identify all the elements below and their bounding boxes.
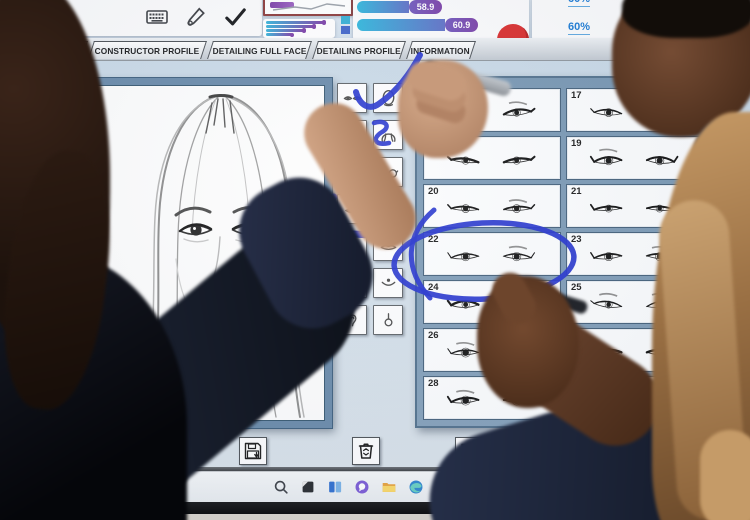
accessory-icon[interactable] (373, 305, 403, 335)
save-button[interactable] (239, 437, 267, 465)
mouth-icon[interactable] (337, 194, 367, 224)
kpi-value-badge: 60.9 (445, 18, 478, 32)
eye-options-grid: 17 19 20 21 22 23 24 (415, 76, 712, 428)
wall-below-screen (0, 514, 750, 520)
eye-pair-drawing (569, 240, 701, 279)
kpi-value-badge: 58.9 (409, 0, 442, 14)
previous-button[interactable] (487, 437, 515, 465)
photo-of-touchscreen-scene: { "dashboard": { "toolbar_icons": ["keyb… (0, 0, 750, 520)
eyebrows-icon[interactable] (337, 157, 367, 187)
kpi-bar-row: 60.9 (357, 18, 478, 32)
lips-icon[interactable] (373, 231, 403, 261)
chat-icon[interactable] (352, 477, 372, 497)
eye-pair-drawing (569, 384, 701, 423)
eye-pair-drawing (426, 96, 558, 135)
screen-bezel (0, 502, 750, 514)
eye-pair-drawing (426, 336, 558, 375)
eye-option-cell[interactable]: 22 (423, 232, 561, 276)
eye-pair-drawing (426, 240, 558, 279)
eye-pair-drawing (569, 192, 701, 231)
eye-pair-drawing (569, 336, 701, 375)
glasses-icon[interactable] (373, 157, 403, 187)
delete-button[interactable] (352, 437, 380, 465)
task-view-icon[interactable] (325, 477, 345, 497)
wrinkles-icon[interactable] (373, 194, 403, 224)
ear-icon[interactable] (337, 305, 367, 335)
eye-option-cell[interactable]: 24 (423, 280, 561, 324)
hair-icon[interactable] (373, 120, 403, 150)
eye-option-cell[interactable] (423, 136, 561, 180)
tab-information[interactable]: INFORMATION (406, 41, 476, 59)
eye-option-cell[interactable] (566, 328, 704, 372)
search-icon[interactable] (271, 477, 291, 497)
store-icon[interactable] (433, 477, 453, 497)
composite-face-sketch (92, 85, 325, 421)
edge-icon[interactable] (406, 477, 426, 497)
eye-option-cell[interactable]: 21 (566, 184, 704, 228)
eye-option-cell[interactable] (423, 88, 561, 132)
thumb-line (265, 0, 351, 14)
tab-bar: ASCONSTRUCTOR PROFILEDETAILING FULL FACE… (0, 38, 750, 61)
windows-taskbar (0, 471, 750, 502)
percent-stats-panel: 60% 60% (532, 0, 644, 38)
next-button[interactable] (596, 437, 624, 465)
tab-constructor-profile[interactable]: CONSTRUCTOR PROFILE (88, 41, 207, 59)
eye-option-cell[interactable]: 26 (423, 328, 561, 372)
eye-option-cell[interactable]: 17 (566, 88, 704, 132)
ink-toolbar-panel (62, 0, 262, 36)
smile-icon[interactable] (373, 268, 403, 298)
app-window-icon[interactable] (298, 477, 318, 497)
eye-option-cell[interactable] (566, 376, 704, 420)
kpi-bar-row: 58.9 (357, 0, 442, 14)
moustache-icon[interactable] (337, 231, 367, 261)
percent-label: 60% (568, 0, 590, 5)
go-first-button[interactable] (455, 437, 483, 465)
eye-option-cell[interactable]: 28 (423, 376, 561, 420)
pen-icon[interactable] (183, 4, 209, 30)
eye-pair-drawing (569, 144, 701, 183)
eye-pair-drawing (569, 96, 701, 135)
head-icon[interactable] (373, 83, 403, 113)
percent-label: 60% (568, 21, 590, 33)
file-explorer-icon[interactable] (379, 477, 399, 497)
background-dashboard: 58.9 60.9 60% 60% (0, 0, 750, 38)
tab-detailing-profile[interactable]: DETAILING PROFILE (312, 41, 406, 59)
keyboard-icon[interactable] (144, 4, 170, 30)
mini-bar-chart (263, 19, 335, 38)
eye-pair-drawing (426, 192, 558, 231)
eyes-icon[interactable] (337, 83, 367, 113)
beard-icon[interactable] (337, 268, 367, 298)
composite-face-panel (85, 78, 332, 428)
nose-icon[interactable] (337, 120, 367, 150)
eye-option-cell[interactable]: 19 (566, 136, 704, 180)
accent-squares (341, 16, 351, 38)
tab-detailing-full-face[interactable]: DETAILING FULL FACE (207, 41, 312, 59)
eye-pair-drawing (426, 384, 558, 423)
eye-pair-drawing (426, 144, 558, 183)
eye-pair-drawing (426, 288, 558, 327)
eye-pair-drawing (569, 288, 701, 327)
feature-category-buttons (337, 83, 403, 335)
chart-thumbnail (263, 0, 353, 16)
eye-option-cell[interactable]: 23 (566, 232, 704, 276)
check-icon[interactable] (222, 4, 248, 30)
eye-option-cell[interactable]: 25 (566, 280, 704, 324)
tab-as[interactable]: AS (52, 41, 88, 59)
eye-option-cell[interactable]: 20 (423, 184, 561, 228)
